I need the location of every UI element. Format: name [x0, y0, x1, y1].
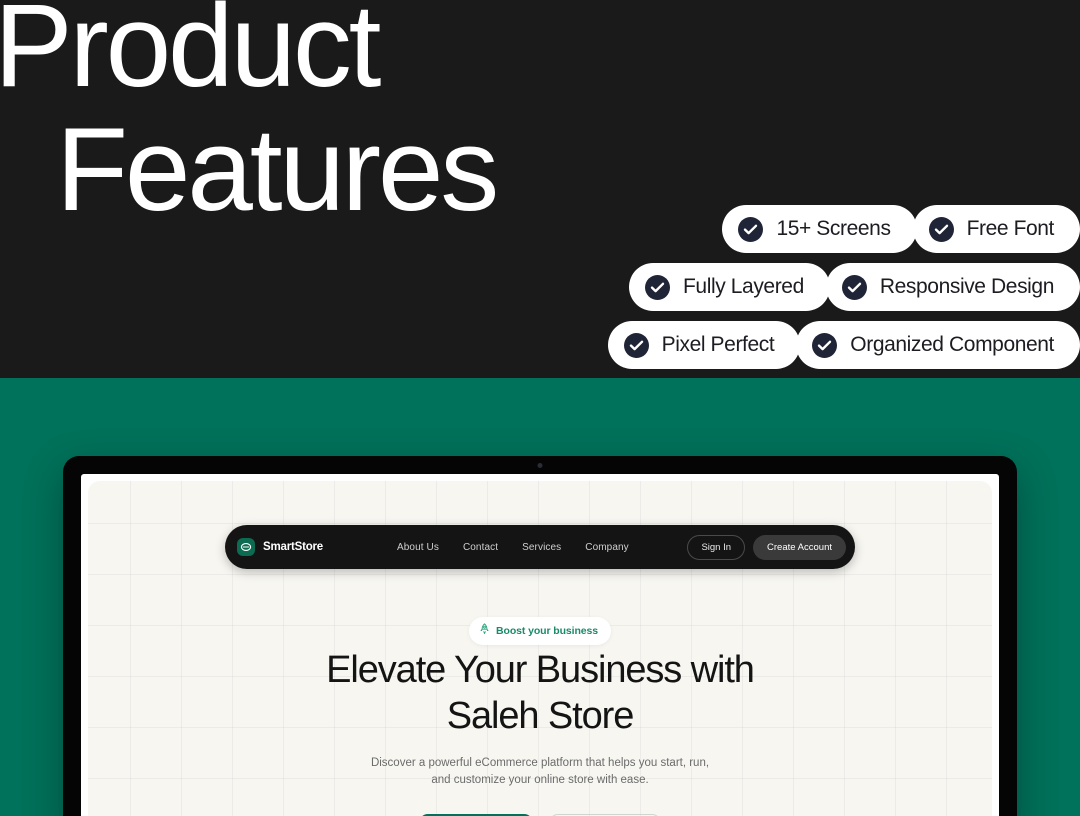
- nav-link-services[interactable]: Services: [522, 542, 561, 553]
- preview-subtitle-line-2: and customize your online store with eas…: [431, 774, 649, 786]
- check-circle-icon: [738, 216, 764, 242]
- site-navbar: SmartStore About Us Contact Services Com…: [225, 525, 855, 569]
- hero-section: Product Features 15+ Screens Free Font F…: [0, 0, 1080, 378]
- nav-link-company[interactable]: Company: [585, 542, 629, 553]
- check-circle-icon: [841, 274, 867, 300]
- brand-logo-group[interactable]: SmartStore: [237, 538, 323, 556]
- webcam-dot-icon: [537, 463, 543, 468]
- preview-heading: Elevate Your Business with Saleh Store: [88, 647, 992, 739]
- feature-pill-row: Pixel Perfect Organized Component: [560, 321, 1080, 369]
- feature-pill-organized-component: Organized Component: [796, 321, 1080, 369]
- sign-in-button[interactable]: Sign In: [687, 534, 746, 560]
- boost-badge[interactable]: Boost your business: [469, 617, 611, 645]
- create-account-button[interactable]: Create Account: [753, 534, 846, 560]
- nav-link-about-us[interactable]: About Us: [397, 542, 439, 553]
- preview-subtitle-line-1: Discover a powerful eCommerce platform t…: [370, 757, 710, 769]
- feature-pill-label: 15+ Screens: [776, 217, 891, 240]
- rocket-icon: [479, 622, 490, 640]
- page-title: Product Features: [0, 0, 614, 232]
- page-title-line-2: Features: [56, 104, 499, 236]
- preview-heading-line-1: Elevate Your Business with: [326, 649, 755, 691]
- check-circle-icon: [928, 216, 954, 242]
- feature-pill-label: Organized Component: [850, 333, 1054, 356]
- feature-pill-15-screens: 15+ Screens: [722, 205, 917, 253]
- feature-pill-label: Free Font: [966, 217, 1055, 240]
- website-preview: SmartStore About Us Contact Services Com…: [88, 481, 992, 816]
- preview-subtitle: Discover a powerful eCommerce platform t…: [88, 755, 992, 789]
- feature-pill-fully-layered: Fully Layered: [628, 263, 830, 311]
- preview-heading-line-2: Saleh Store: [446, 695, 635, 737]
- feature-pill-label: Pixel Perfect: [661, 333, 775, 356]
- feature-pill-row: Fully Layered Responsive Design: [560, 263, 1080, 311]
- feature-pill-label: Fully Layered: [682, 275, 804, 298]
- feature-pill-label: Responsive Design: [879, 275, 1055, 298]
- nav-actions: Sign In Create Account: [687, 534, 846, 560]
- laptop-screen: SmartStore About Us Contact Services Com…: [81, 474, 999, 816]
- feature-pill-pixel-perfect: Pixel Perfect: [607, 321, 801, 369]
- nav-link-contact[interactable]: Contact: [463, 542, 498, 553]
- nav-links: About Us Contact Services Company: [397, 542, 629, 553]
- smartstore-logo-icon: [237, 538, 255, 556]
- page-title-line-1: Product: [0, 0, 381, 112]
- feature-pill-row: 15+ Screens Free Font: [560, 205, 1080, 253]
- boost-badge-label: Boost your business: [496, 625, 598, 637]
- check-circle-icon: [812, 332, 838, 358]
- feature-pill-responsive-design: Responsive Design: [825, 263, 1080, 311]
- brand-name: SmartStore: [263, 541, 323, 553]
- feature-pill-free-font: Free Font: [912, 205, 1080, 253]
- check-circle-icon: [644, 274, 670, 300]
- feature-pill-group: 15+ Screens Free Font Fully Layered Resp…: [560, 205, 1080, 379]
- check-circle-icon: [623, 332, 649, 358]
- laptop-mockup: SmartStore About Us Contact Services Com…: [63, 456, 1017, 816]
